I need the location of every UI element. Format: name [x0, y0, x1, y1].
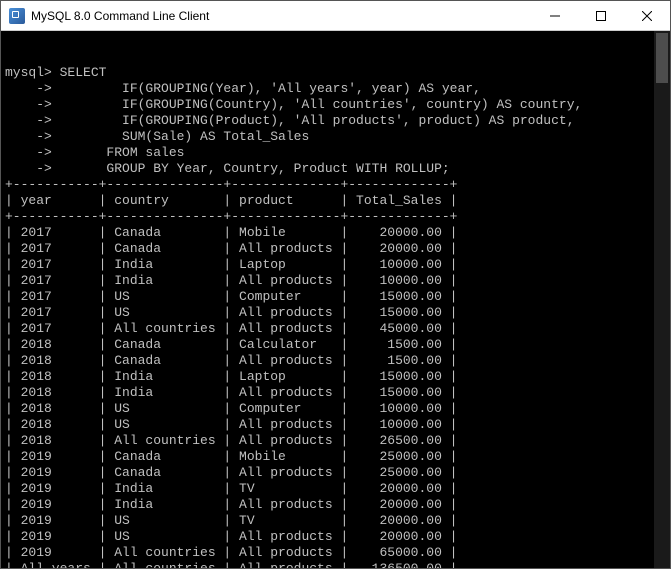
terminal-line: | 2019 | All countries | All products | … — [5, 545, 670, 561]
terminal-line: | 2019 | India | TV | 20000.00 | — [5, 481, 670, 497]
terminal-line: | All years | All countries | All produc… — [5, 561, 670, 568]
window-title: MySQL 8.0 Command Line Client — [31, 9, 532, 23]
terminal-line: | 2019 | US | All products | 20000.00 | — [5, 529, 670, 545]
terminal-line: -> IF(GROUPING(Year), 'All years', year)… — [5, 81, 670, 97]
terminal-line: -> GROUP BY Year, Country, Product WITH … — [5, 161, 670, 177]
terminal-line: | 2019 | India | All products | 20000.00… — [5, 497, 670, 513]
terminal-line: | year | country | product | Total_Sales… — [5, 193, 670, 209]
terminal-line: | 2017 | Canada | All products | 20000.0… — [5, 241, 670, 257]
terminal-line: -> IF(GROUPING(Country), 'All countries'… — [5, 97, 670, 113]
terminal-line: -> SUM(Sale) AS Total_Sales — [5, 129, 670, 145]
app-icon — [9, 8, 25, 24]
terminal-line: | 2018 | US | All products | 10000.00 | — [5, 417, 670, 433]
terminal-line: | 2018 | US | Computer | 10000.00 | — [5, 401, 670, 417]
scrollbar-thumb[interactable] — [656, 33, 668, 83]
terminal-line: | 2018 | All countries | All products | … — [5, 433, 670, 449]
terminal-line: | 2018 | India | Laptop | 15000.00 | — [5, 369, 670, 385]
terminal-line: | 2017 | All countries | All products | … — [5, 321, 670, 337]
terminal-line: | 2018 | Canada | Calculator | 1500.00 | — [5, 337, 670, 353]
terminal-line: -> FROM sales — [5, 145, 670, 161]
terminal-line: | 2017 | US | Computer | 15000.00 | — [5, 289, 670, 305]
terminal-output[interactable]: mysql> SELECT -> IF(GROUPING(Year), 'All… — [1, 31, 670, 568]
terminal-line: | 2017 | India | Laptop | 10000.00 | — [5, 257, 670, 273]
close-button[interactable] — [624, 1, 670, 30]
terminal-line: +-----------+---------------+-----------… — [5, 177, 670, 193]
window-titlebar: MySQL 8.0 Command Line Client — [1, 1, 670, 31]
terminal-line: | 2018 | India | All products | 15000.00… — [5, 385, 670, 401]
minimize-button[interactable] — [532, 1, 578, 30]
terminal-line: | 2017 | Canada | Mobile | 20000.00 | — [5, 225, 670, 241]
terminal-line: | 2017 | US | All products | 15000.00 | — [5, 305, 670, 321]
terminal-line: | 2019 | US | TV | 20000.00 | — [5, 513, 670, 529]
terminal-line: | 2018 | Canada | All products | 1500.00… — [5, 353, 670, 369]
vertical-scrollbar[interactable] — [654, 31, 670, 568]
terminal-line: +-----------+---------------+-----------… — [5, 209, 670, 225]
terminal-line: | 2017 | India | All products | 10000.00… — [5, 273, 670, 289]
terminal-line: -> IF(GROUPING(Product), 'All products',… — [5, 113, 670, 129]
maximize-button[interactable] — [578, 1, 624, 30]
terminal-line: | 2019 | Canada | Mobile | 25000.00 | — [5, 449, 670, 465]
terminal-line: | 2019 | Canada | All products | 25000.0… — [5, 465, 670, 481]
terminal-line: mysql> SELECT — [5, 65, 670, 81]
window-controls — [532, 1, 670, 30]
